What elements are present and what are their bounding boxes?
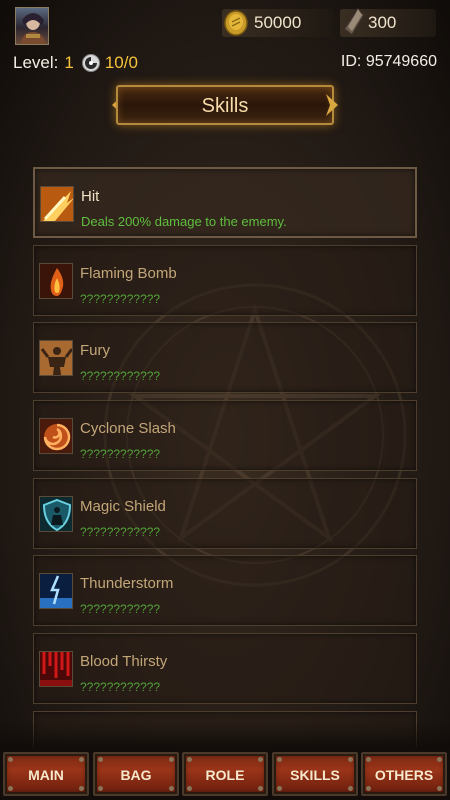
lightning-icon bbox=[39, 573, 73, 609]
player-id: ID: 95749660 bbox=[340, 53, 437, 70]
nav-label: ROLE bbox=[205, 767, 245, 783]
skill-item-cyclone-slash[interactable]: Cyclone Slash ???????????? bbox=[33, 400, 417, 471]
page-title: Skills bbox=[201, 95, 249, 117]
skill-name: Thunderstorm bbox=[80, 575, 174, 592]
skill-name: Cyclone Slash bbox=[80, 420, 176, 437]
skill-item-hit[interactable]: Hit Deals 200% damage to the ememy. bbox=[33, 167, 417, 238]
skill-description: ???????????? bbox=[80, 369, 161, 383]
skill-name: Magic Shield bbox=[80, 498, 166, 515]
skill-description: ???????????? bbox=[80, 680, 161, 694]
nav-button-main[interactable]: MAIN bbox=[3, 752, 89, 796]
nav-button-others[interactable]: OTHERS bbox=[361, 752, 447, 796]
blood-icon bbox=[39, 651, 73, 687]
skill-item-fury[interactable]: Fury ???????????? bbox=[33, 322, 417, 393]
nav-button-role[interactable]: ROLE bbox=[182, 752, 268, 796]
skill-item-blood-thirsty[interactable]: Blood Thirsty ???????????? bbox=[33, 633, 417, 704]
nav-button-bag[interactable]: BAG bbox=[93, 752, 179, 796]
flame-icon bbox=[39, 263, 73, 299]
game-screen: 50000 300 Level: 1 10 / 0 ID: 95749660 S… bbox=[0, 0, 450, 800]
level-value: 1 bbox=[64, 53, 74, 72]
shield-icon bbox=[39, 496, 73, 532]
skill-item-flaming-bomb[interactable]: Flaming Bomb ???????????? bbox=[33, 245, 417, 316]
nav-label: SKILLS bbox=[290, 767, 340, 783]
gem-counter: 300 bbox=[340, 7, 436, 37]
gold-counter: 50000 bbox=[222, 9, 334, 37]
skill-name: Flaming Bomb bbox=[80, 265, 177, 282]
nav-label: MAIN bbox=[28, 767, 64, 783]
gold-amount: 50000 bbox=[254, 13, 302, 32]
warrior-rage-icon bbox=[39, 340, 73, 376]
skills-title-banner: Skills bbox=[116, 85, 334, 125]
level-indicator: Level: 1 10 / 0 bbox=[13, 53, 138, 73]
experience-max: 0 bbox=[128, 53, 138, 72]
gold-coin-icon bbox=[224, 10, 248, 36]
crystal-shard-icon bbox=[342, 7, 365, 37]
level-label: Level: bbox=[13, 53, 59, 72]
nav-label: BAG bbox=[120, 767, 152, 783]
nav-button-skills[interactable]: SKILLS bbox=[272, 752, 358, 796]
skill-description: ???????????? bbox=[80, 447, 161, 461]
hero-portrait-icon bbox=[20, 13, 46, 44]
banner-right-ornament-icon bbox=[326, 94, 338, 116]
slash-burst-icon bbox=[40, 186, 74, 222]
experience-icon bbox=[81, 54, 100, 72]
experience-current: 10 bbox=[104, 53, 124, 72]
player-avatar[interactable] bbox=[15, 7, 49, 45]
skill-item-magic-shield[interactable]: Magic Shield ???????????? bbox=[33, 478, 417, 549]
cyclone-icon bbox=[39, 418, 73, 454]
skill-name: Hit bbox=[81, 188, 100, 205]
skill-description: ???????????? bbox=[80, 602, 161, 616]
skill-item-thunderstorm[interactable]: Thunderstorm ???????????? bbox=[33, 555, 417, 626]
gem-amount: 300 bbox=[368, 13, 397, 32]
skill-description: Deals 200% damage to the ememy. bbox=[81, 214, 287, 229]
skill-name: Blood Thirsty bbox=[80, 653, 168, 670]
skill-description: ???????????? bbox=[80, 525, 161, 539]
skill-name: Fury bbox=[80, 342, 110, 359]
skill-description: ???????????? bbox=[80, 292, 161, 306]
nav-label: OTHERS bbox=[374, 767, 434, 783]
